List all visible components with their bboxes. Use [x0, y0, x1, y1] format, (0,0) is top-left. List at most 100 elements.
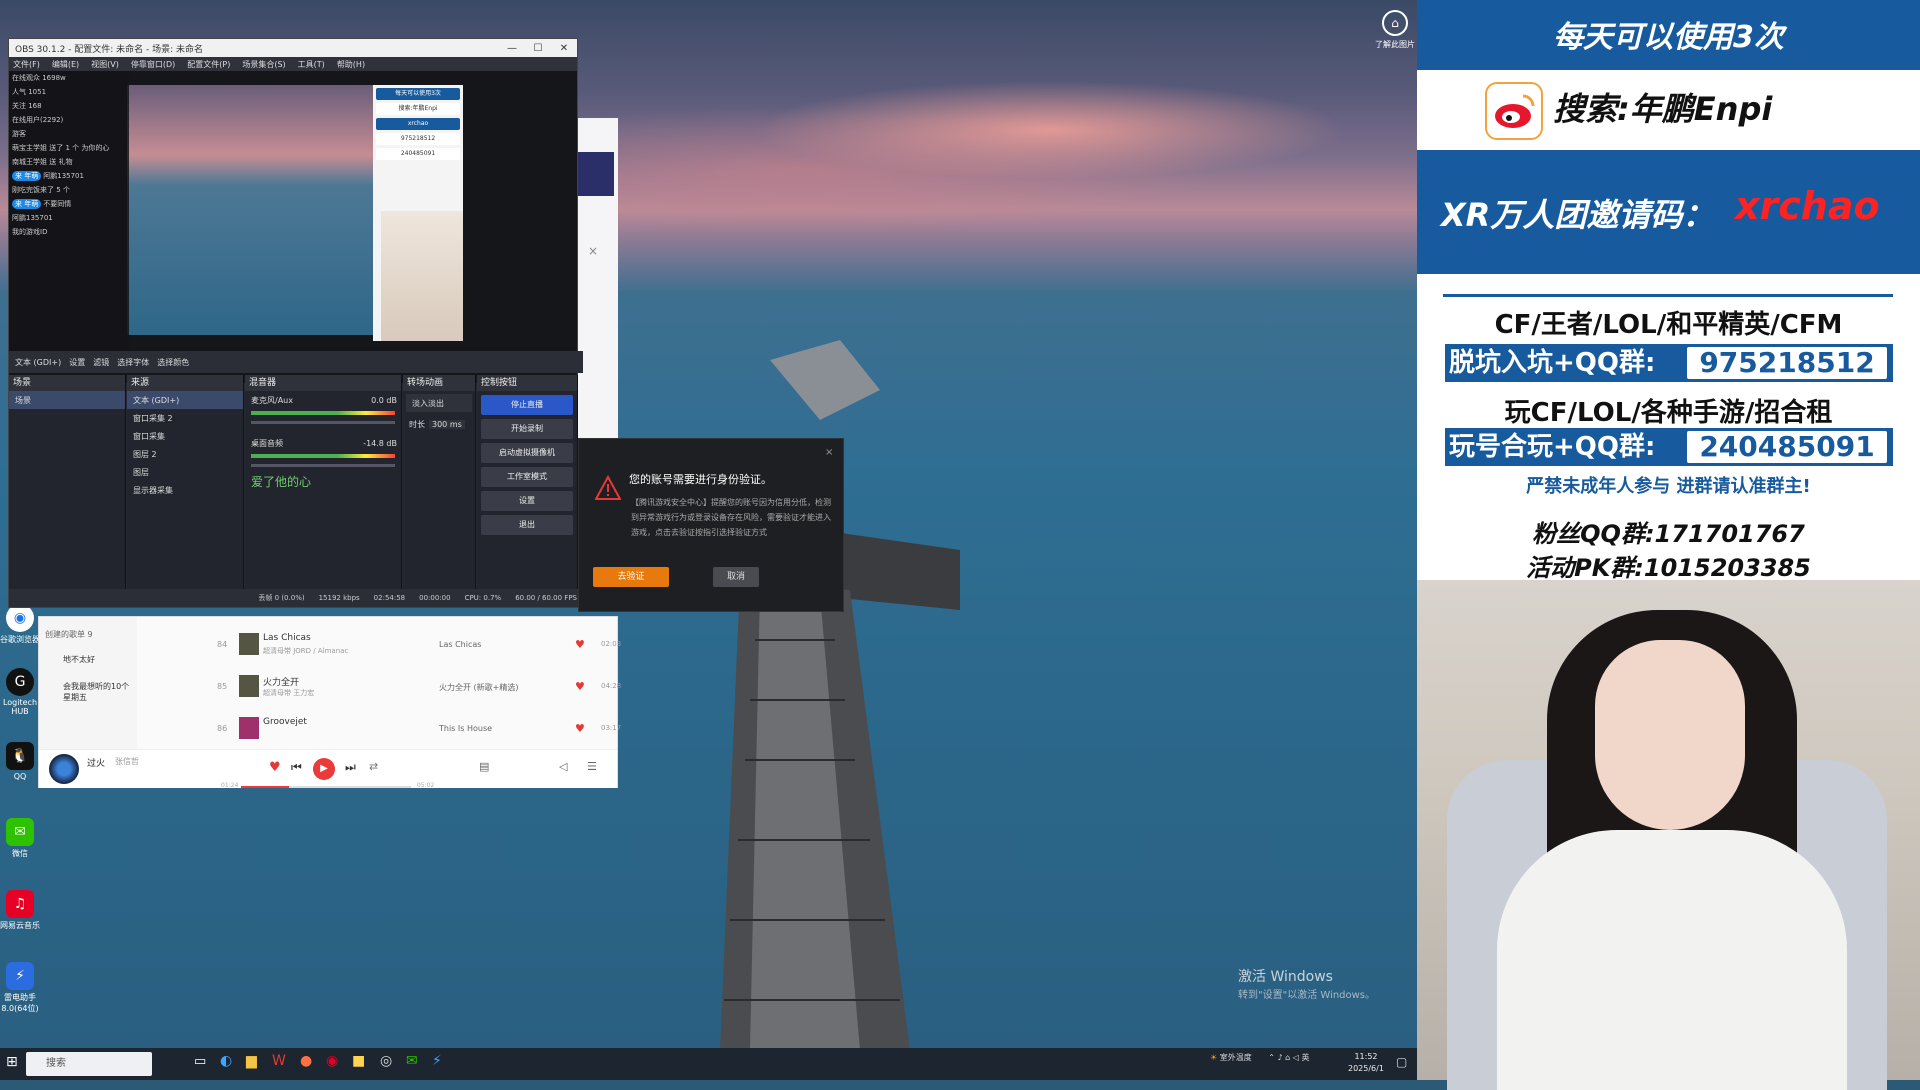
- tray-expand-icon[interactable]: ⌃: [1268, 1053, 1275, 1062]
- file-explorer-icon[interactable]: ▆: [246, 1053, 257, 1069]
- network-icon[interactable]: ⌂: [1285, 1053, 1290, 1062]
- windows-start-icon[interactable]: ⊞: [6, 1054, 18, 1070]
- preview-row: 975218512: [376, 133, 460, 145]
- repeat-icon[interactable]: ⇄: [369, 760, 378, 773]
- scene-item[interactable]: 场景: [9, 391, 125, 409]
- netease-music-icon[interactable]: ◉: [326, 1053, 338, 1069]
- menu-edit[interactable]: 编辑(E): [52, 59, 79, 70]
- obs-icon[interactable]: ◎: [380, 1053, 392, 1069]
- task-view-icon[interactable]: ▭: [194, 1054, 206, 1069]
- song-row[interactable]: 84 Las Chicas 超清母带 JORD / Almanac Las Ch…: [147, 631, 621, 659]
- menu-help[interactable]: 帮助(H): [337, 59, 365, 70]
- menu-docks[interactable]: 停靠窗口(D): [131, 59, 175, 70]
- close-icon[interactable]: ×: [588, 244, 598, 258]
- progress-bar[interactable]: [241, 786, 411, 788]
- xr-invite-label: XR万人团邀请码：: [1441, 196, 1715, 234]
- wps-icon[interactable]: W: [272, 1053, 286, 1069]
- learn-image-button[interactable]: ⌂ 了解此图片: [1370, 10, 1420, 50]
- minimize-icon[interactable]: —: [499, 43, 525, 54]
- wechat-icon: ✉: [6, 818, 34, 846]
- edge-icon[interactable]: ◐: [220, 1053, 232, 1069]
- music-sidebar: 创建的歌单 9 地不太好 会我最想听的10个星期五: [39, 617, 137, 749]
- streamer-face: [1595, 640, 1745, 830]
- album-cover: [239, 717, 259, 739]
- playlist-header[interactable]: 创建的歌单 9: [39, 617, 137, 646]
- heart-icon[interactable]: ♥: [575, 680, 585, 693]
- playlist-item[interactable]: 会我最想听的10个星期五: [39, 673, 137, 711]
- desktop-icon-netease[interactable]: ♫ 网易云音乐: [0, 890, 40, 931]
- desktop-icon-label: QQ: [13, 772, 27, 781]
- input-language[interactable]: 英: [1302, 1053, 1310, 1062]
- duration-label: 时长: [409, 419, 425, 429]
- wechat-icon[interactable]: ✉: [406, 1053, 418, 1069]
- lyrics-icon[interactable]: ▤: [479, 760, 489, 773]
- source-item[interactable]: 窗口采集 2: [127, 409, 243, 427]
- weibo-search-text: 搜索:年鹏Enpi: [1553, 90, 1773, 128]
- speaker-icon[interactable]: ◁: [1293, 1053, 1299, 1062]
- menu-tools[interactable]: 工具(T): [298, 59, 325, 70]
- volume-icon[interactable]: ◁: [559, 760, 567, 773]
- record-time: 00:00:00: [419, 594, 451, 602]
- source-item[interactable]: 图层: [127, 463, 243, 481]
- select-font-button[interactable]: 选择字体: [117, 357, 149, 368]
- volume-slider[interactable]: [251, 421, 395, 424]
- now-playing-cover[interactable]: [49, 754, 79, 784]
- volume-slider[interactable]: [251, 464, 395, 467]
- song-title: Groovejet: [263, 717, 307, 727]
- playlist-icon[interactable]: ☰: [587, 760, 597, 773]
- desktop-icon-label: 雷电助手 8.0(64位): [1, 993, 39, 1013]
- heart-icon[interactable]: ♥: [575, 722, 585, 735]
- song-row[interactable]: 86 Groovejet This Is House ♥ 03:17: [147, 715, 621, 743]
- mic-icon[interactable]: ♪: [1278, 1053, 1283, 1062]
- transition-select[interactable]: 淡入淡出: [406, 394, 472, 412]
- settings-button[interactable]: 设置: [481, 491, 573, 511]
- maximize-icon[interactable]: ☐: [525, 43, 551, 54]
- song-row[interactable]: 85 火力全开 超清母带 王力宏 火力全开 (新歌+精选) ♥ 04:28: [147, 673, 621, 701]
- desktop-icon-qq[interactable]: 🐧 QQ: [0, 742, 40, 781]
- assistant-icon[interactable]: ⚡: [432, 1053, 442, 1069]
- cancel-button[interactable]: 取消: [713, 567, 759, 587]
- next-icon[interactable]: ⏭: [345, 760, 356, 775]
- desktop-icon-chrome[interactable]: ◉ 谷歌浏览器: [0, 604, 40, 645]
- menu-view[interactable]: 视图(V): [91, 59, 119, 70]
- now-playing-artist: 张信哲: [115, 757, 139, 766]
- source-item[interactable]: 文本 (GDI+): [127, 391, 243, 409]
- source-settings-button[interactable]: 设置: [69, 357, 85, 368]
- studio-mode-button[interactable]: 工作室模式: [481, 467, 573, 487]
- game-icon[interactable]: ■: [352, 1053, 365, 1069]
- virtual-camera-button[interactable]: 启动虚拟摄像机: [481, 443, 573, 463]
- exit-button[interactable]: 退出: [481, 515, 573, 535]
- menu-scene-collection[interactable]: 场景集合(S): [242, 59, 285, 70]
- scenes-title: 场景: [9, 375, 125, 391]
- weather-text[interactable]: 室外温度: [1220, 1053, 1252, 1062]
- source-item[interactable]: 图层 2: [127, 445, 243, 463]
- like-icon[interactable]: ♥: [269, 760, 281, 775]
- taskbar-search[interactable]: 搜索: [26, 1052, 152, 1076]
- source-item[interactable]: 显示器采集: [127, 481, 243, 499]
- start-recording-button[interactable]: 开始录制: [481, 419, 573, 439]
- clock[interactable]: 11:52 2025/6/1: [1348, 1051, 1384, 1075]
- desktop-icon-logitech[interactable]: G Logitech HUB: [0, 668, 40, 716]
- previous-icon[interactable]: ⏮: [291, 760, 302, 775]
- app-icon[interactable]: ●: [300, 1053, 312, 1069]
- menu-profile[interactable]: 配置文件(P): [187, 59, 230, 70]
- verify-button[interactable]: 去验证: [593, 567, 669, 587]
- select-color-button[interactable]: 选择颜色: [157, 357, 189, 368]
- stop-streaming-button[interactable]: 停止直播: [481, 395, 573, 415]
- dialog-body: 【腾讯游戏安全中心】提醒您的账号因为信用分低，检测到异常游戏行为或登录设备存在风…: [631, 498, 831, 537]
- desktop-icon-wechat[interactable]: ✉ 微信: [0, 818, 40, 859]
- playlist-item[interactable]: 地不太好: [39, 646, 137, 673]
- chat-line: 来 年萌 不要同情: [9, 197, 129, 211]
- duration-input[interactable]: 300 ms: [429, 419, 465, 429]
- source-item[interactable]: 窗口采集: [127, 427, 243, 445]
- menu-file[interactable]: 文件(F): [13, 59, 40, 70]
- assistant-icon: ⚡: [6, 962, 34, 990]
- close-icon[interactable]: ✕: [551, 43, 577, 54]
- heart-icon[interactable]: ♥: [575, 638, 585, 651]
- notification-icon[interactable]: ▢: [1396, 1055, 1407, 1069]
- games-line: CF/王者/LOL/和平精英/CFM: [1494, 310, 1843, 340]
- close-icon[interactable]: ×: [825, 447, 833, 458]
- play-pause-button[interactable]: ▶: [313, 758, 335, 780]
- desktop-icon-assistant[interactable]: ⚡ 雷电助手 8.0(64位): [0, 962, 40, 1014]
- source-filters-button[interactable]: 滤镜: [93, 357, 109, 368]
